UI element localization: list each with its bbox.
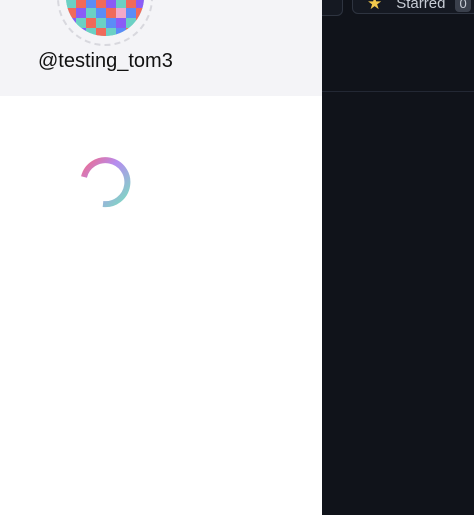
profile-header: @testing_tom3 <box>0 0 322 96</box>
profile-username: @testing_tom3 <box>38 50 173 72</box>
tab-starred-label: Starred <box>396 0 446 12</box>
app-window: ★ Starred 0 @testing_tom3 <box>0 0 474 515</box>
tab-starred-count: 0 <box>455 0 471 12</box>
star-icon: ★ <box>367 0 383 13</box>
profile-content <box>0 96 322 515</box>
profile-drawer: @testing_tom3 <box>0 0 322 515</box>
tab-starred[interactable]: ★ Starred 0 <box>352 0 474 14</box>
loading-spinner-icon <box>81 157 131 208</box>
